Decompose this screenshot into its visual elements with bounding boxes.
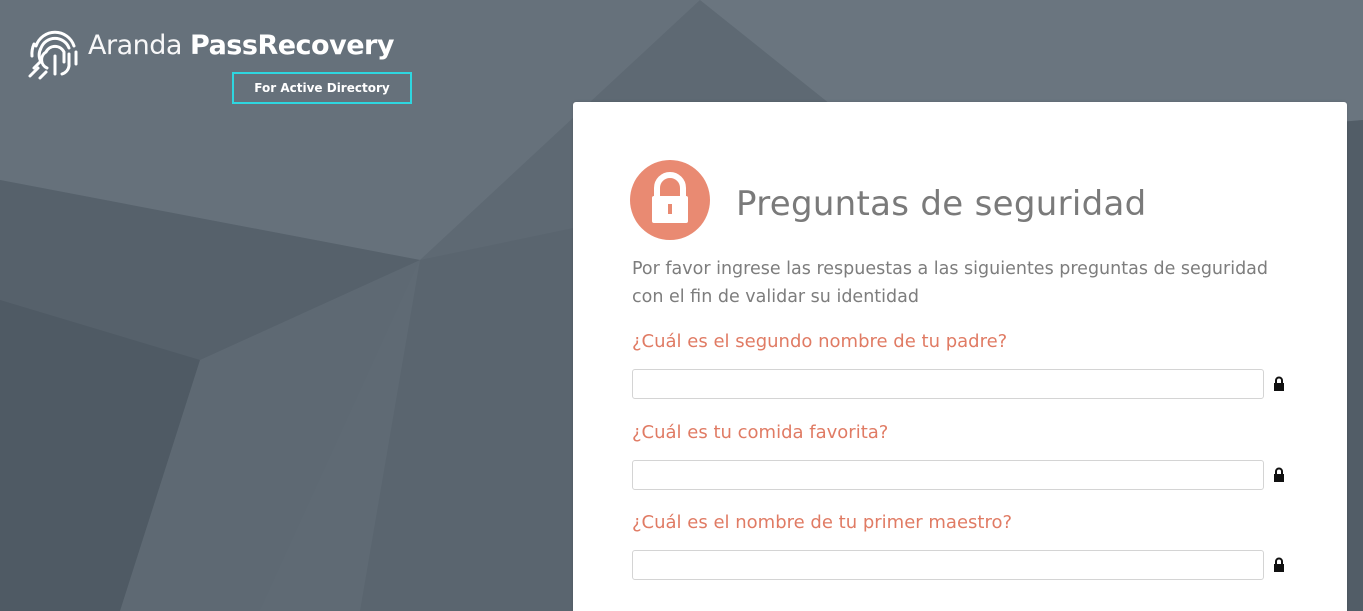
security-question-2: ¿Cuál es tu comida favorita? [632,422,1312,492]
lock-icon [1274,467,1284,482]
instructions-text: Por favor ingrese las respuestas a las s… [632,259,1269,307]
question-label: ¿Cuál es tu comida favorita? [632,422,889,443]
question-label: ¿Cuál es el segundo nombre de tu padre? [632,331,1008,352]
fingerprint-icon [28,30,78,80]
brand-logo: Aranda PassRecovery For Active Directory [24,20,424,104]
answer-input[interactable] [632,460,1264,490]
brand-name-bold: PassRecovery [190,30,394,61]
lock-icon [1274,557,1284,572]
security-question-3: ¿Cuál es el nombre de tu primer maestro? [632,512,1312,582]
lock-icon [630,160,710,240]
answer-input[interactable] [632,550,1264,580]
answer-input[interactable] [632,369,1264,399]
card-header: Preguntas de seguridad [630,160,1270,240]
lock-icon [1274,376,1284,391]
brand-name: Aranda PassRecovery [88,30,394,61]
question-label: ¿Cuál es el nombre de tu primer maestro? [632,512,1013,533]
brand-subtitle: For Active Directory [232,72,412,104]
brand-name-light: Aranda [88,30,182,61]
password-recovery-page: Aranda PassRecovery For Active Directory… [0,0,1363,611]
security-questions-card: Preguntas de seguridad Por favor ingrese… [573,102,1347,611]
page-title: Preguntas de seguridad [736,184,1147,224]
security-question-1: ¿Cuál es el segundo nombre de tu padre? [632,331,1312,401]
